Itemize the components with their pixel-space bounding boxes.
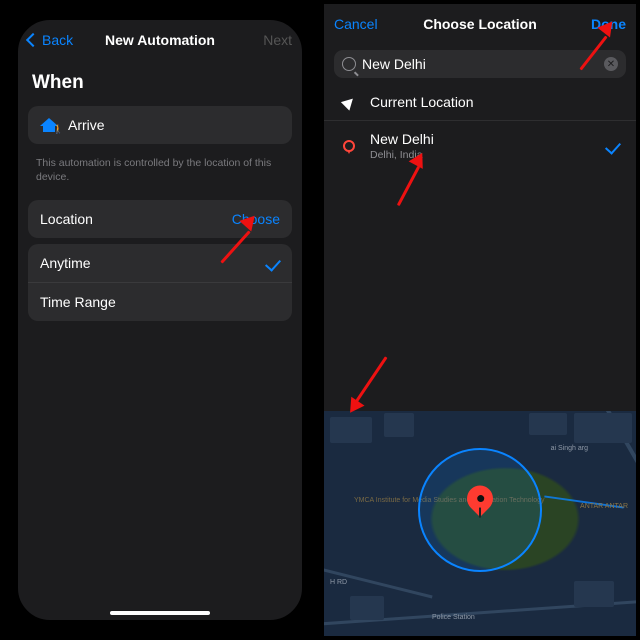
home-indicator[interactable] [110,611,210,615]
page-title: New Automation [86,32,234,48]
timerange-cell[interactable]: Time Range [28,282,292,321]
map-pin[interactable] [467,486,493,512]
screenshot-new-automation: Back New Automation Next When 🚶 Arrive T… [0,0,320,640]
time-group: Anytime Time Range [28,244,292,321]
pin-icon [343,140,355,152]
screenshot-choose-location: Cancel Choose Location Done New Delhi ✕ … [320,0,640,640]
next-button[interactable]: Next [234,32,292,48]
arrive-cell[interactable]: 🚶 Arrive [28,106,292,144]
check-icon [605,138,621,154]
results-list: Current Location New Delhi Delhi, India [324,84,636,171]
result-row[interactable]: New Delhi Delhi, India [324,120,636,171]
cancel-button[interactable]: Cancel [334,16,392,32]
home-arrive-icon: 🚶 [40,118,58,132]
choose-link[interactable]: Choose [232,211,280,227]
navbar: Back New Automation Next [18,20,302,60]
map-label-singh: ai Singh arg [551,445,588,453]
location-arrow-icon [341,94,357,110]
caption: This automation is controlled by the loc… [18,150,302,194]
location-cell[interactable]: Location Choose [28,200,292,238]
map-label-police: Police Station [432,614,475,622]
anytime-cell[interactable]: Anytime [28,244,292,282]
map-label-jantar: ANTAR ANTAR [580,503,628,511]
search-input[interactable]: New Delhi [362,56,598,72]
current-location-row[interactable]: Current Location [324,84,636,120]
clear-icon[interactable]: ✕ [604,57,618,71]
map-label-road: H RD [330,579,347,587]
chevron-left-icon [26,33,40,47]
page-title: Choose Location [392,16,568,32]
location-group: Location Choose [28,200,292,238]
map[interactable]: YMCA Institute for Media Studies and Inf… [324,411,636,636]
done-button[interactable]: Done [568,16,626,32]
section-when: When [18,60,302,100]
navbar: Cancel Choose Location Done [324,4,636,44]
trigger-group: 🚶 Arrive [28,106,292,144]
check-icon [265,255,281,271]
back-button[interactable]: Back [28,32,86,48]
location-label: Location [40,211,93,227]
search-field[interactable]: New Delhi ✕ [334,50,626,78]
search-icon [342,57,356,71]
